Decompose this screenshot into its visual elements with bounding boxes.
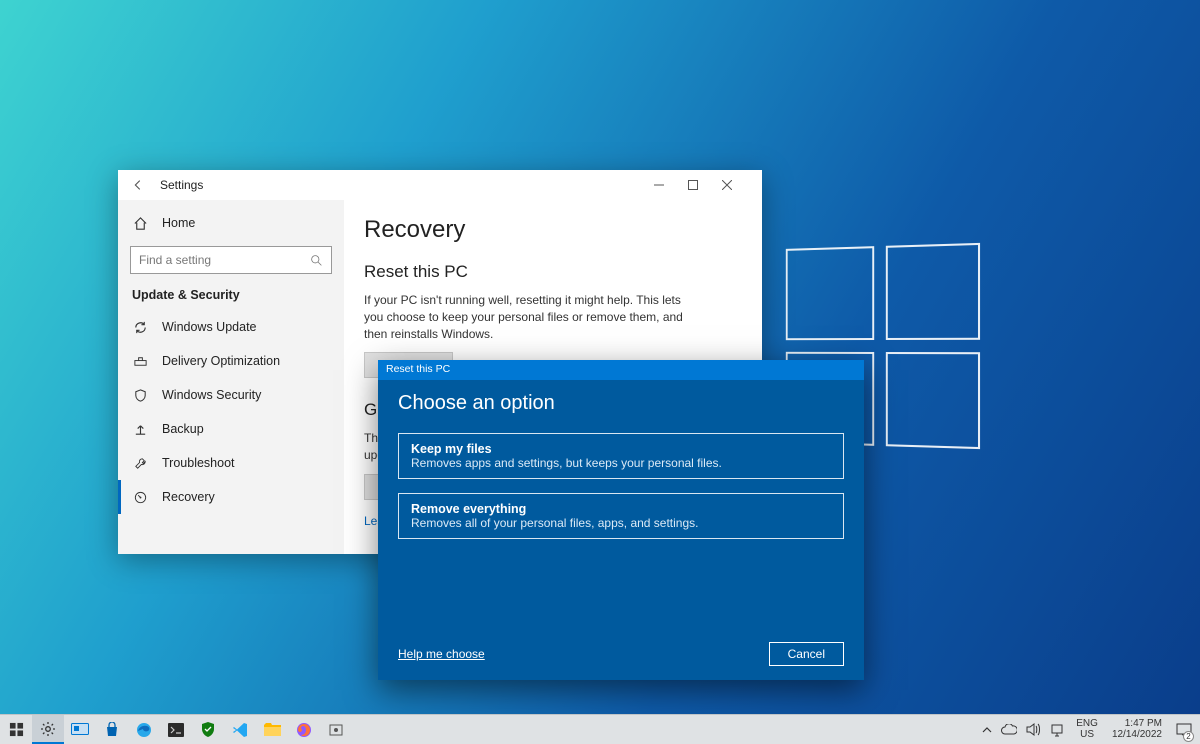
sidebar-item-delivery-optimization[interactable]: Delivery Optimization [118, 344, 344, 378]
close-button[interactable] [722, 180, 756, 190]
sidebar-item-windows-update[interactable]: Windows Update [118, 310, 344, 344]
search-placeholder: Find a setting [139, 253, 211, 267]
shield-icon [132, 387, 148, 403]
page-title: Recovery [364, 216, 742, 244]
reset-description: If your PC isn't running well, resetting… [364, 292, 684, 342]
sidebar-item-label: Windows Update [162, 320, 257, 334]
taskbar-app-edge[interactable] [128, 715, 160, 744]
sync-icon [132, 319, 148, 335]
sidebar-item-label: Backup [162, 422, 204, 436]
taskbar-clock[interactable]: 1:47 PM 12/14/2022 [1106, 719, 1168, 740]
window-title: Settings [152, 178, 203, 192]
backup-icon [132, 421, 148, 437]
taskbar-app-terminal[interactable] [160, 715, 192, 744]
language-primary: ENG [1076, 719, 1098, 730]
back-button[interactable] [124, 178, 152, 192]
option-keep-my-files[interactable]: Keep my files Removes apps and settings,… [398, 433, 844, 479]
sidebar-item-label: Recovery [162, 490, 215, 504]
search-input[interactable]: Find a setting [130, 246, 332, 274]
settings-titlebar: Settings [118, 170, 762, 200]
search-icon [310, 254, 323, 267]
sidebar-item-label: Windows Security [162, 388, 261, 402]
cancel-button[interactable]: Cancel [769, 642, 844, 666]
reset-heading: Reset this PC [364, 262, 742, 282]
sidebar-item-troubleshoot[interactable]: Troubleshoot [118, 446, 344, 480]
reset-pc-dialog: Reset this PC Choose an option Keep my f… [378, 360, 864, 680]
maximize-button[interactable] [688, 180, 722, 190]
language-secondary: US [1076, 730, 1098, 741]
taskbar-app-explorer[interactable] [256, 715, 288, 744]
sidebar-item-recovery[interactable]: Recovery [118, 480, 344, 514]
taskbar-app-security[interactable] [192, 715, 224, 744]
taskbar-app-vscode[interactable] [224, 715, 256, 744]
taskbar-app-generic[interactable] [320, 715, 352, 744]
option-description: Removes apps and settings, but keeps you… [411, 456, 831, 470]
system-tray[interactable] [978, 723, 1068, 737]
wrench-icon [132, 455, 148, 471]
action-center-button[interactable]: 2 [1172, 715, 1196, 744]
dialog-title: Reset this PC [378, 360, 864, 380]
network-icon [1050, 723, 1064, 737]
notification-count: 2 [1183, 731, 1194, 742]
language-indicator[interactable]: ENG US [1072, 719, 1102, 740]
taskbar-app-settings[interactable] [32, 715, 64, 744]
taskbar: ENG US 1:47 PM 12/14/2022 2 [0, 714, 1200, 744]
sidebar-item-home[interactable]: Home [118, 206, 344, 240]
recovery-icon [132, 489, 148, 505]
sidebar-item-label: Home [162, 216, 195, 230]
option-description: Removes all of your personal files, apps… [411, 516, 831, 530]
sidebar-category: Update & Security [118, 284, 344, 310]
minimize-button[interactable] [654, 180, 688, 190]
chevron-up-icon [982, 725, 992, 735]
option-title: Remove everything [411, 502, 831, 516]
sidebar-item-label: Troubleshoot [162, 456, 235, 470]
sidebar-item-windows-security[interactable]: Windows Security [118, 378, 344, 412]
sidebar-item-backup[interactable]: Backup [118, 412, 344, 446]
option-title: Keep my files [411, 442, 831, 456]
clock-time: 1:47 PM [1112, 719, 1162, 730]
option-remove-everything[interactable]: Remove everything Removes all of your pe… [398, 493, 844, 539]
taskbar-app-task-view[interactable] [64, 715, 96, 744]
help-me-choose-link[interactable]: Help me choose [398, 647, 485, 661]
clock-date: 12/14/2022 [1112, 730, 1162, 741]
dialog-heading: Choose an option [398, 392, 844, 415]
volume-icon [1026, 723, 1041, 736]
delivery-icon [132, 353, 148, 369]
settings-sidebar: Home Find a setting Update & Security Wi… [118, 200, 344, 554]
taskbar-app-store[interactable] [96, 715, 128, 744]
home-icon [132, 215, 148, 231]
taskbar-app-firefox[interactable] [288, 715, 320, 744]
start-button[interactable] [0, 715, 32, 744]
onedrive-icon [1001, 724, 1017, 735]
sidebar-item-label: Delivery Optimization [162, 354, 280, 368]
gear-icon [40, 721, 56, 737]
